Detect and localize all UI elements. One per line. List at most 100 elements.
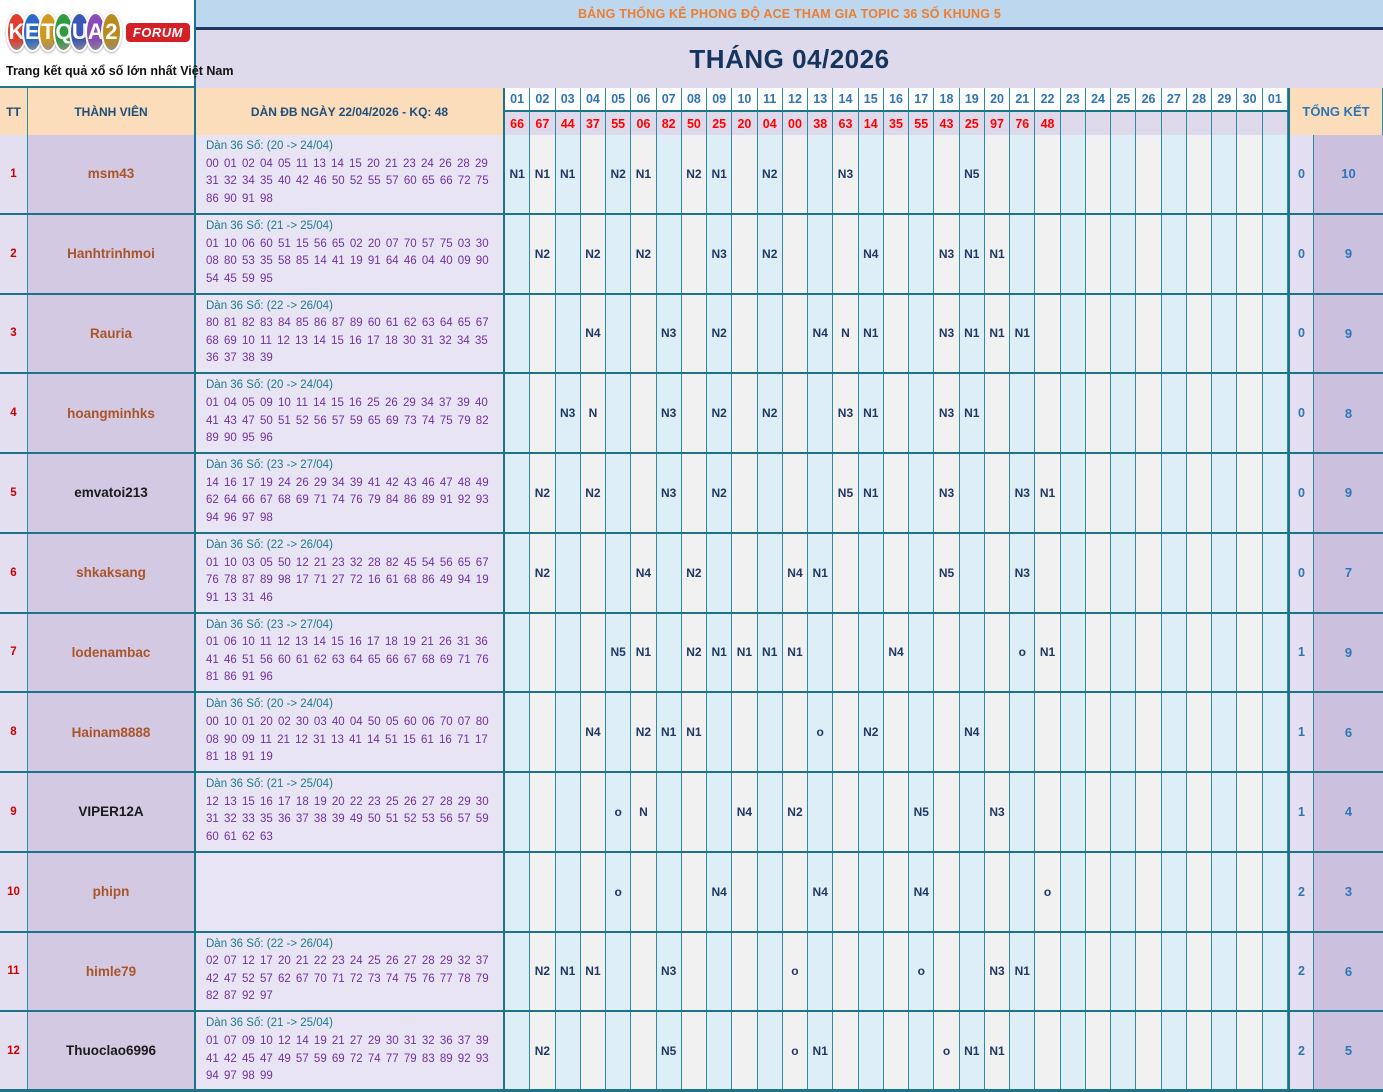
result-number-cell	[1060, 112, 1086, 135]
day-value-cell	[1186, 135, 1213, 213]
day-value-cell	[1237, 852, 1263, 931]
day-value-cell	[1262, 294, 1288, 373]
day-value-cell	[505, 533, 531, 612]
dan-label: Dàn 36 Số: (20 -> 24/04)	[206, 379, 333, 392]
day-value-cell: N3	[1010, 454, 1036, 532]
result-number-cell: 37	[580, 112, 607, 135]
day-value-cell	[959, 773, 985, 851]
day-header-cell: 15	[858, 88, 884, 112]
day-value-cell	[1035, 932, 1061, 1011]
day-value-cell	[505, 294, 531, 373]
day-value-cell: N4	[808, 294, 834, 373]
member-name: Hainam8888	[71, 724, 151, 740]
day-value-cell: N4	[580, 294, 607, 373]
day-value-cell: N4	[909, 852, 935, 931]
day-value-cell: N1	[808, 533, 834, 612]
day-header-cell: 14	[833, 88, 859, 112]
dan-label: Dàn 36 Số: (22 -> 26/04)	[206, 538, 333, 551]
day-value-cell	[1212, 135, 1238, 213]
day-value-cell	[505, 1012, 531, 1089]
table-row: 9 VIPER12A Dàn 36 Số: (21 -> 25/04) 12 13 1…	[0, 773, 1383, 853]
day-value-cell: N5	[656, 1012, 682, 1089]
member-cell: msm43	[28, 135, 196, 213]
dan-numbers: 00 10 01 20 02 30 03 40 04 50 05 60 06 7…	[206, 716, 489, 763]
day-value-cell	[1262, 773, 1288, 851]
col-header-member: THÀNH VIÊN	[28, 88, 196, 135]
day-value-cell	[934, 773, 960, 851]
day-value-cell	[1161, 374, 1187, 452]
day-value-cell	[1035, 135, 1061, 213]
day-value-cell: N2	[707, 374, 733, 452]
day-value-cell: N1	[858, 454, 884, 532]
day-value-cell: N1	[1035, 613, 1061, 692]
day-value-cell	[1161, 294, 1187, 373]
day-value-cell: N1	[959, 1012, 985, 1089]
dan-label: Dàn 36 Số: (21 -> 25/04)	[206, 778, 333, 790]
dan-cell: Dàn 36 Số: (22 -> 26/04) 01 10 03 05 50 1…	[196, 533, 505, 612]
day-value-cell	[707, 932, 733, 1011]
day-header-cell: 19	[959, 88, 985, 112]
day-value-cell	[656, 135, 682, 213]
day-value-cell	[1035, 1012, 1061, 1089]
result-number-cell	[1237, 112, 1263, 135]
day-value-cell	[858, 135, 884, 213]
total-miss: 2	[1287, 932, 1314, 1011]
day-value-cell: N2	[530, 533, 556, 612]
day-header-cell: 09	[707, 88, 733, 112]
member-name: VIPER12A	[78, 804, 144, 820]
member-cell: VIPER12A	[28, 773, 196, 851]
day-header-cell: 18	[934, 88, 960, 112]
day-value-cell	[1111, 454, 1137, 532]
day-value-cell	[833, 1012, 859, 1089]
member-name: Rauria	[89, 325, 133, 341]
day-value-cell: N3	[984, 932, 1011, 1011]
day-value-cell	[782, 294, 809, 373]
dan-cell: Dàn 36 Số: (22 -> 26/04) 02 07 12 17 20 2…	[196, 932, 505, 1011]
day-value-cell: N1	[959, 374, 985, 452]
day-value-cell	[1262, 852, 1288, 931]
col-header-tt: TT	[0, 88, 28, 135]
day-value-cell: N2	[530, 1012, 556, 1089]
day-value-cell	[1136, 214, 1162, 293]
day-value-cell	[555, 214, 581, 293]
dan-numbers: 01 07 09 10 12 14 19 21 27 29 30 31 32 3…	[206, 1035, 489, 1082]
total-score: 9	[1313, 294, 1383, 373]
day-value-cell	[984, 693, 1011, 771]
day-value-cell	[681, 1012, 708, 1089]
table-header: TT THÀNH VIÊN DÀN ĐB NGÀY 22/04/2026 - K…	[0, 88, 1383, 135]
day-value-cell	[883, 533, 910, 612]
result-number-cell: 76	[1010, 112, 1036, 135]
table-row: 4 hoangminhks Dàn 36 Số: (20 -> 24/04) 01 0…	[0, 374, 1383, 454]
day-value-cell: N4	[631, 533, 657, 612]
day-value-cell	[1060, 932, 1086, 1011]
day-value-cell	[1262, 374, 1288, 452]
day-value-cell	[555, 533, 581, 612]
day-value-cell	[1085, 533, 1112, 612]
total-score: 9	[1313, 613, 1383, 692]
day-value-cell	[1161, 613, 1187, 692]
day-value-cell: N	[631, 773, 657, 851]
day-value-cell	[1035, 693, 1061, 771]
result-number-cell: 55	[909, 112, 935, 135]
day-value-cell	[681, 932, 708, 1011]
day-value-cell	[1111, 533, 1137, 612]
table-row: 7 lodenambac Dàn 36 Số: (23 -> 27/04) 01 06…	[0, 613, 1383, 694]
day-value-cell: N5	[934, 533, 960, 612]
total-score: 6	[1313, 693, 1383, 771]
day-value-cell	[707, 773, 733, 851]
member-cell: Thuoclao6996	[28, 1012, 196, 1089]
day-value-cell	[1262, 533, 1288, 612]
day-value-cell	[757, 454, 783, 532]
day-value-cell	[555, 693, 581, 771]
day-value-cell	[934, 932, 960, 1011]
day-value-cell	[1060, 852, 1086, 931]
day-header-cell: 02	[530, 88, 556, 112]
day-value-cell	[1085, 1012, 1112, 1089]
day-value-cell	[505, 773, 531, 851]
result-number-cell	[1136, 112, 1162, 135]
day-value-cell	[833, 613, 859, 692]
row-number: 11	[0, 932, 28, 1011]
day-header-cell: 21	[1010, 88, 1036, 112]
day-value-cell	[782, 852, 809, 931]
day-value-cell: N3	[707, 214, 733, 293]
